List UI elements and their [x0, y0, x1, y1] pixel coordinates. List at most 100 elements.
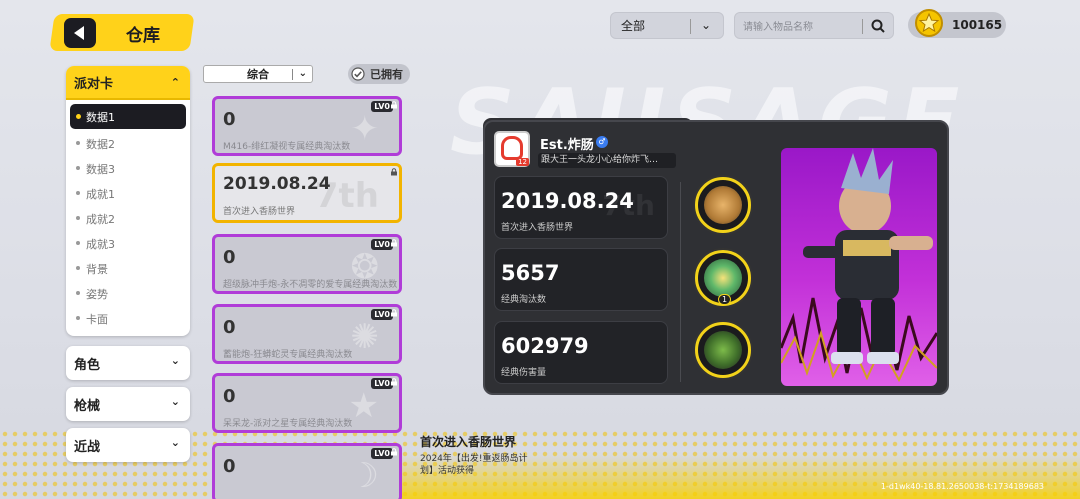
sub-item-pose[interactable]: 姿势	[66, 281, 190, 306]
chevron-down-icon: ⌄	[170, 395, 180, 408]
avatar: 12	[494, 131, 530, 167]
search-icon[interactable]	[871, 19, 885, 33]
bullet-icon	[76, 191, 80, 195]
card-value: 2019.08.24	[223, 174, 331, 194]
menu-section-label: 角色	[74, 357, 101, 373]
sub-item-label: 背景	[86, 262, 108, 276]
search-placeholder: 请输入物品名称	[743, 22, 813, 33]
stat-card-eliminations: 5657 经典淘汰数	[494, 248, 668, 311]
party-card-item[interactable]: ✦ 0 M416-绯红凝视专属经典淘汰数 LV0	[212, 96, 402, 156]
owned-filter-label: 已拥有	[370, 68, 403, 81]
sub-item-label: 成就3	[86, 237, 115, 251]
divider	[862, 19, 863, 34]
selected-card-description: 2024年【出发!重返肠岛计划】活动获得	[420, 454, 528, 476]
sub-item-card-face[interactable]: 卡面	[66, 306, 190, 331]
sub-item-background[interactable]: 背景	[66, 256, 190, 281]
back-button[interactable]	[64, 18, 96, 48]
lock-icon	[391, 168, 397, 176]
card-description: 首次进入香肠世界	[223, 207, 296, 217]
search-input[interactable]: 请输入物品名称	[734, 12, 894, 39]
card-value: 0	[223, 456, 236, 477]
medal-art	[704, 259, 742, 297]
bread-medal-icon	[695, 177, 751, 233]
sub-item-achievement2[interactable]: 成就2	[66, 206, 190, 231]
menu-section-label: 派对卡	[74, 76, 114, 92]
sort-value: 综合	[247, 68, 269, 81]
sub-item-achievement3[interactable]: 成就3	[66, 231, 190, 256]
sub-item-label: 成就1	[86, 187, 115, 201]
menu-section-party-card[interactable]: 派对卡 ⌃	[66, 66, 190, 100]
star-coin-icon	[915, 9, 943, 37]
stat-label: 经典伤害量	[501, 368, 547, 378]
bullet-icon	[76, 316, 80, 320]
sub-item-label: 数据2	[86, 137, 115, 151]
male-gender-icon: ♂	[596, 136, 608, 148]
chevron-down-icon: ⌄	[170, 436, 180, 449]
party-card-item[interactable]: ❂ 0 超级脉冲手炮-永不凋零的爱专属经典淘汰数 LV0	[212, 234, 402, 294]
chevron-down-icon: ⌄	[700, 18, 711, 32]
sort-select[interactable]: 综合 ⌄	[203, 65, 313, 83]
sub-item-label: 姿势	[86, 287, 108, 301]
avatar-level-badge: 12	[516, 158, 529, 166]
menu-section-melee[interactable]: 近战 ⌄	[66, 428, 190, 462]
bullet-icon	[76, 114, 81, 119]
divider	[292, 69, 293, 80]
menu-section-character[interactable]: 角色 ⌄	[66, 346, 190, 380]
sub-item-label: 数据3	[86, 162, 115, 176]
sub-item-label: 卡面	[86, 312, 108, 326]
chevron-down-icon: ⌄	[170, 354, 180, 367]
card-watermark: ★	[348, 386, 379, 426]
card-value: 0	[223, 386, 236, 407]
category-filter-value: 全部	[621, 19, 646, 33]
medal-art	[704, 186, 742, 224]
currency-amount: 100165	[952, 18, 1003, 32]
sub-item-label: 成就2	[86, 212, 115, 226]
stat-value: 5657	[501, 261, 560, 285]
sub-item-data3[interactable]: 数据3	[66, 156, 190, 181]
lock-icon	[391, 239, 397, 247]
bullet-icon	[76, 266, 80, 270]
star-medal-icon: 1	[695, 250, 751, 306]
menu-section-label: 近战	[74, 439, 101, 455]
divider	[680, 182, 681, 382]
character-showcase	[781, 148, 937, 386]
sub-item-data2[interactable]: 数据2	[66, 131, 190, 156]
menu-section-guns[interactable]: 枪械 ⌄	[66, 387, 190, 421]
lock-icon	[391, 309, 397, 317]
card-description: 蓄能炮-狂蟒蛇灵专属经典淘汰数	[223, 350, 353, 360]
category-menu: 派对卡 ⌃ 数据1 数据2 数据3 成就1 成就2 成就3 背景 姿势 卡面	[66, 66, 190, 336]
card-watermark: ✦	[350, 109, 380, 149]
card-description: 超级脉冲手炮-永不凋零的爱专属经典淘汰数	[223, 280, 398, 290]
sub-item-data1[interactable]: 数据1	[70, 104, 186, 129]
bullet-icon	[76, 291, 80, 295]
page-title: 仓库	[126, 26, 160, 46]
sub-item-achievement1[interactable]: 成就1	[66, 181, 190, 206]
lock-icon	[391, 448, 397, 456]
sub-item-label: 数据1	[86, 110, 115, 124]
card-description: M416-绯红凝视专属经典淘汰数	[223, 142, 351, 152]
divider	[690, 19, 691, 34]
stat-label: 经典淘汰数	[501, 295, 547, 305]
medal-art	[704, 331, 742, 369]
chevron-up-icon: ⌃	[170, 76, 180, 89]
party-card-item[interactable]: ✺ 0 蓄能炮-狂蟒蛇灵专属经典淘汰数 LV0	[212, 304, 402, 364]
lock-icon	[391, 378, 397, 386]
party-card-item-selected[interactable]: 7th 2019.08.24 首次进入香肠世界	[212, 163, 402, 223]
card-value: 0	[223, 317, 236, 338]
lock-icon	[391, 101, 397, 109]
stat-value: 602979	[501, 334, 589, 358]
bullet-icon	[76, 216, 80, 220]
card-watermark: ☽	[348, 456, 379, 496]
category-filter-select[interactable]: 全部 ⌄	[610, 12, 724, 39]
card-watermark: ✺	[350, 317, 380, 357]
back-arrow-icon	[73, 26, 84, 40]
stat-card-damage: 602979 经典伤害量	[494, 321, 668, 384]
party-card-item[interactable]: ☽ 0 LV0	[212, 443, 402, 499]
stat-value: 2019.08.24	[501, 189, 634, 213]
card-description: 呆呆龙-派对之星专属经典淘汰数	[223, 419, 353, 429]
bullet-icon	[76, 241, 80, 245]
player-name: Est.炸肠	[540, 138, 594, 153]
selected-card-title: 首次进入香肠世界	[420, 435, 517, 449]
party-card-item[interactable]: ★ 0 呆呆龙-派对之星专属经典淘汰数 LV0	[212, 373, 402, 433]
player-motto: 跟大王一头龙小心给你炸飞…	[538, 153, 676, 168]
